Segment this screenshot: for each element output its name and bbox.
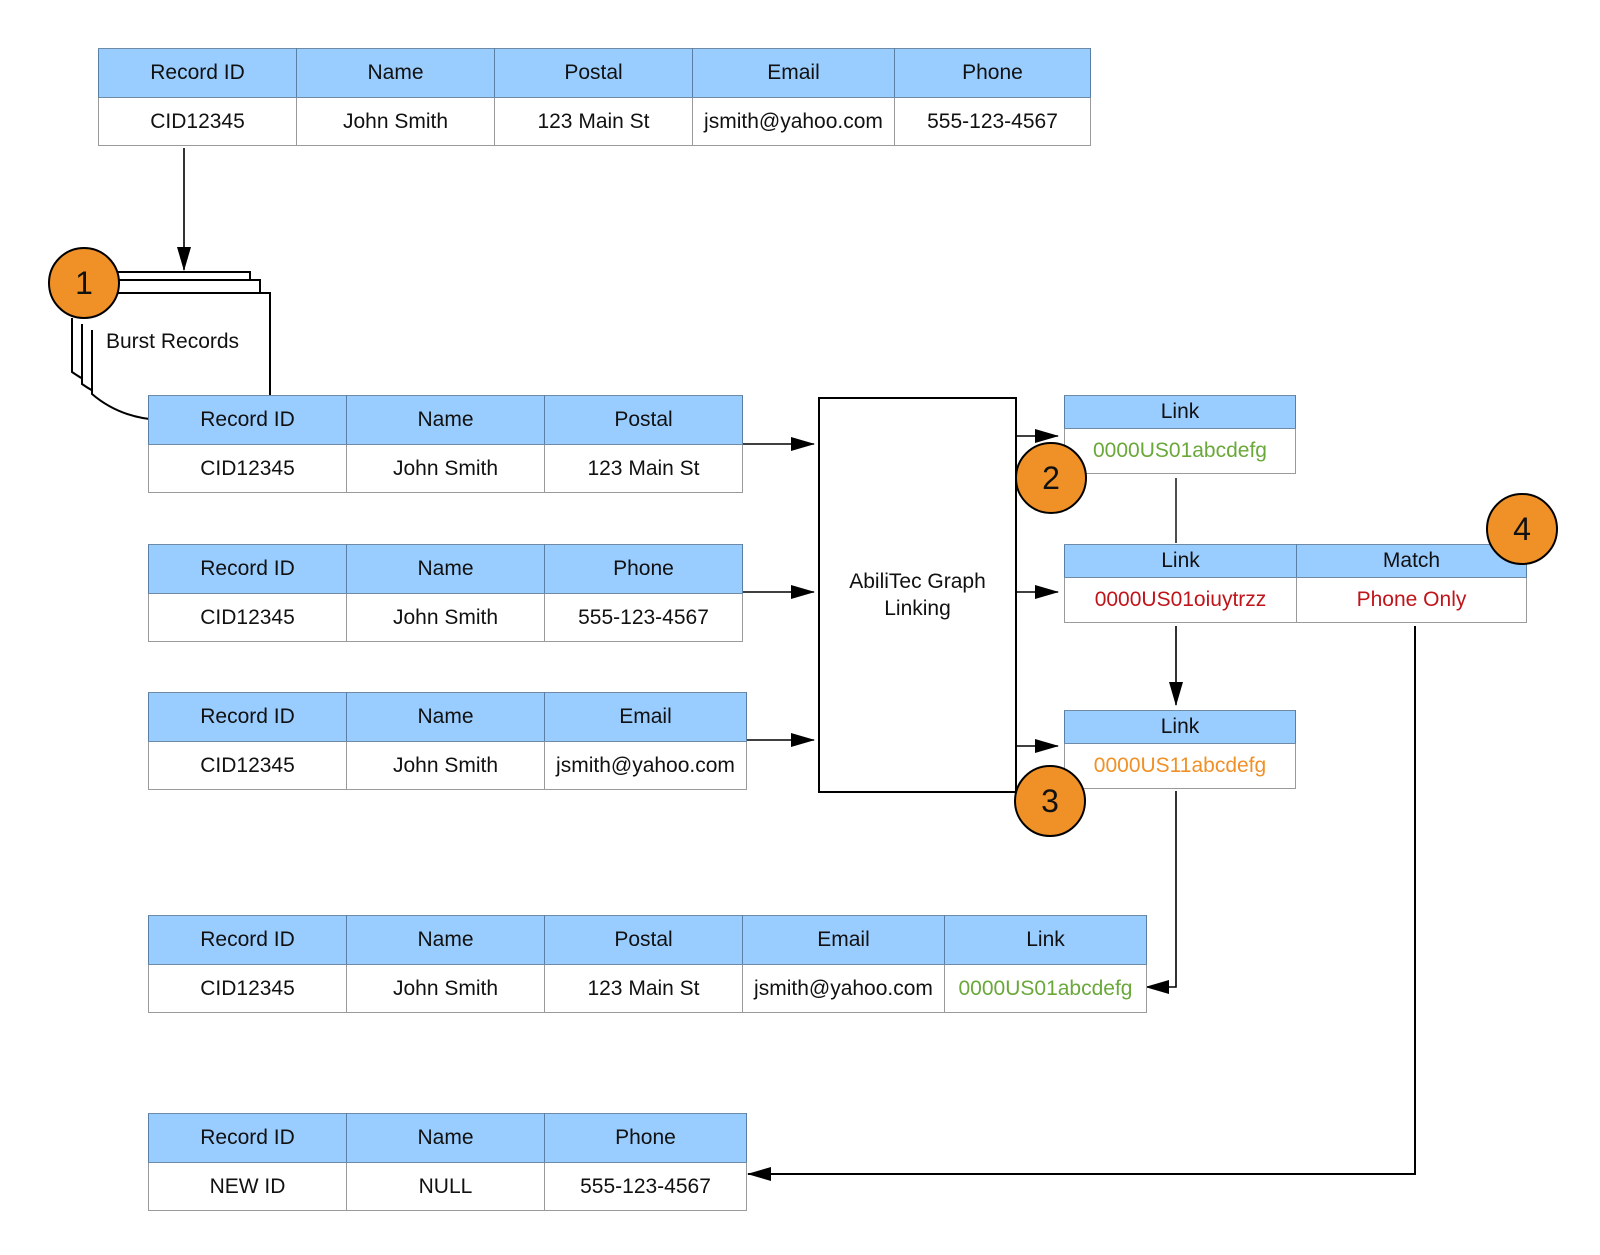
cell-record-id: CID12345 xyxy=(148,444,347,493)
table-header-row: Record ID Name Postal Email Phone xyxy=(98,48,1091,98)
column-header: Name xyxy=(346,915,545,965)
step-badge-3: 3 xyxy=(1014,765,1086,837)
cell-link-value: 0000US01oiuytrzz xyxy=(1064,577,1297,623)
table-row: CID12345 John Smith 555-123-4567 xyxy=(148,593,743,642)
cell-record-id: NEW ID xyxy=(148,1162,347,1211)
cell-name: John Smith xyxy=(346,741,545,790)
column-header: Postal xyxy=(494,48,693,98)
cell-phone: 555-123-4567 xyxy=(544,593,743,642)
cell-name: John Smith xyxy=(346,964,545,1013)
cell-match-value: Phone Only xyxy=(1296,577,1527,623)
cell-phone: 555-123-4567 xyxy=(894,97,1091,146)
cell-link-value: 0000US01abcdefg xyxy=(1064,428,1296,474)
table-row: CID12345 John Smith 123 Main St jsmith@y… xyxy=(98,97,1091,146)
table-header-row: Record ID Name Postal xyxy=(148,395,743,445)
cell-postal: 123 Main St xyxy=(544,964,743,1013)
column-header: Record ID xyxy=(148,544,347,594)
column-header: Name xyxy=(346,1113,545,1163)
column-header: Name xyxy=(296,48,495,98)
cell-postal: 123 Main St xyxy=(494,97,693,146)
column-header: Record ID xyxy=(148,1113,347,1163)
column-header: Postal xyxy=(544,395,743,445)
process-label-line1: AbiliTec Graph xyxy=(849,570,986,593)
column-header: Phone xyxy=(544,1113,747,1163)
cell-link: 0000US01abcdefg xyxy=(944,964,1147,1013)
step-badge-4: 4 xyxy=(1486,493,1558,565)
cell-phone: 555-123-4567 xyxy=(544,1162,747,1211)
table-row: CID12345 John Smith 123 Main St xyxy=(148,444,743,493)
burst-record-phone-table: Record ID Name Phone CID12345 John Smith… xyxy=(148,544,743,642)
column-header: Name xyxy=(346,544,545,594)
table-header-row: Record ID Name Email xyxy=(148,692,747,742)
table-row: 0000US11abcdefg xyxy=(1064,743,1296,789)
cell-email: jsmith@yahoo.com xyxy=(692,97,895,146)
source-record-table: Record ID Name Postal Email Phone CID123… xyxy=(98,48,1091,146)
cell-link-value: 0000US11abcdefg xyxy=(1064,743,1296,789)
table-header-row: Link xyxy=(1064,395,1296,429)
process-label-line2: Linking xyxy=(884,597,951,620)
table-header-row: Record ID Name Postal Email Link xyxy=(148,915,1147,965)
cell-record-id: CID12345 xyxy=(98,97,297,146)
table-header-row: Link Match xyxy=(1064,544,1527,578)
cell-email: jsmith@yahoo.com xyxy=(742,964,945,1013)
cell-postal: 123 Main St xyxy=(544,444,743,493)
cell-name: John Smith xyxy=(346,593,545,642)
column-header: Link xyxy=(944,915,1147,965)
arrow-link3-to-final xyxy=(1145,791,1177,994)
table-row: 0000US01oiuytrzz Phone Only xyxy=(1064,577,1527,623)
new-record-table: Record ID Name Phone NEW ID NULL 555-123… xyxy=(148,1113,747,1211)
column-header: Name xyxy=(346,692,545,742)
step-badge-2: 2 xyxy=(1015,442,1087,514)
column-header: Email xyxy=(692,48,895,98)
table-row: 0000US01abcdefg xyxy=(1064,428,1296,474)
column-header: Phone xyxy=(544,544,743,594)
column-header: Link xyxy=(1064,710,1296,744)
cell-record-id: CID12345 xyxy=(148,964,347,1013)
cell-email: jsmith@yahoo.com xyxy=(544,741,747,790)
burst-record-postal-table: Record ID Name Postal CID12345 John Smit… xyxy=(148,395,743,493)
table-row: CID12345 John Smith 123 Main St jsmith@y… xyxy=(148,964,1147,1013)
cell-record-id: CID12345 xyxy=(148,593,347,642)
column-header: Link xyxy=(1064,544,1297,578)
column-header: Postal xyxy=(544,915,743,965)
burst-records-label: Burst Records xyxy=(106,330,240,353)
link-result-1-table: Link 0000US01abcdefg xyxy=(1064,395,1296,474)
table-row: NEW ID NULL 555-123-4567 xyxy=(148,1162,747,1211)
burst-record-email-table: Record ID Name Email CID12345 John Smith… xyxy=(148,692,747,790)
cell-record-id: CID12345 xyxy=(148,741,347,790)
link-result-2-table: Link Match 0000US01oiuytrzz Phone Only xyxy=(1064,544,1527,623)
cell-name: John Smith xyxy=(296,97,495,146)
column-header: Phone xyxy=(894,48,1091,98)
abilitec-graph-linking-process: AbiliTec Graph Linking xyxy=(818,397,1017,793)
cell-name: John Smith xyxy=(346,444,545,493)
table-header-row: Record ID Name Phone xyxy=(148,544,743,594)
table-header-row: Record ID Name Phone xyxy=(148,1113,747,1163)
column-header: Email xyxy=(742,915,945,965)
column-header: Record ID xyxy=(148,915,347,965)
step-badge-1: 1 xyxy=(48,247,120,319)
column-header: Record ID xyxy=(148,395,347,445)
table-header-row: Link xyxy=(1064,710,1296,744)
column-header: Email xyxy=(544,692,747,742)
column-header: Link xyxy=(1064,395,1296,429)
final-record-table: Record ID Name Postal Email Link CID1234… xyxy=(148,915,1147,1013)
column-header: Record ID xyxy=(98,48,297,98)
cell-name: NULL xyxy=(346,1162,545,1211)
link-result-3-table: Link 0000US11abcdefg xyxy=(1064,710,1296,789)
column-header: Record ID xyxy=(148,692,347,742)
table-row: CID12345 John Smith jsmith@yahoo.com xyxy=(148,741,747,790)
column-header: Name xyxy=(346,395,545,445)
